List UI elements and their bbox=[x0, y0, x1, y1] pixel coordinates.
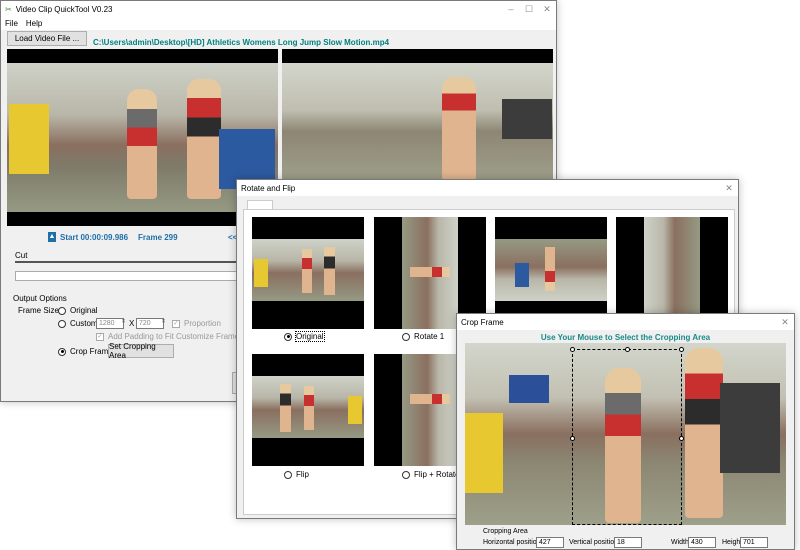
rotate-1-label: Rotate 1 bbox=[414, 332, 445, 341]
proportion-checkbox[interactable]: ✓ bbox=[172, 319, 180, 328]
padding-checkbox[interactable]: ✓ bbox=[96, 332, 104, 341]
crop-preview[interactable] bbox=[465, 343, 786, 525]
custom-width-input[interactable]: 1280 bbox=[96, 318, 124, 329]
crop-height-input[interactable]: 701 bbox=[740, 537, 768, 548]
frame-number: Frame 299 bbox=[138, 233, 178, 242]
crop-handle-top-left[interactable] bbox=[570, 347, 575, 352]
rotate-titlebar: Rotate and Flip ✕ bbox=[237, 180, 738, 196]
start-time: Start 00:00:09.986 bbox=[60, 233, 129, 242]
flip-rotate-1-radio[interactable] bbox=[402, 470, 410, 479]
rotate-window-title: Rotate and Flip bbox=[241, 183, 296, 193]
close-icon[interactable]: ✕ bbox=[538, 4, 556, 15]
cut-range-bar[interactable] bbox=[15, 271, 237, 281]
crop-handle-left[interactable] bbox=[570, 436, 575, 441]
custom-height-input[interactable]: 720 bbox=[136, 318, 164, 329]
app-icon: ✂ bbox=[5, 4, 12, 14]
height-stepper[interactable]: ⬍ bbox=[161, 318, 166, 325]
proportion-label: Proportion bbox=[184, 319, 221, 328]
menubar: File Help bbox=[1, 17, 556, 30]
crop-selection-rectangle[interactable] bbox=[570, 347, 684, 525]
thumb-original[interactable] bbox=[252, 217, 364, 329]
cut-label: Cut bbox=[15, 251, 28, 260]
rotate-1-radio[interactable] bbox=[402, 332, 410, 341]
crop-width-input[interactable]: 430 bbox=[688, 537, 716, 548]
load-video-button[interactable]: Load Video File ... bbox=[7, 31, 87, 46]
flip-radio[interactable] bbox=[284, 470, 292, 479]
main-titlebar: ✂ Video Clip QuickTool V0.23 – ☐ ✕ bbox=[1, 1, 556, 17]
crop-frame-label: Crop Frame bbox=[70, 347, 113, 356]
crop-handle-top-right[interactable] bbox=[679, 347, 684, 352]
crop-handle-right[interactable] bbox=[679, 436, 684, 441]
rotate-option-original[interactable]: Original bbox=[284, 331, 325, 342]
maximize-icon[interactable]: ☐ bbox=[520, 4, 538, 15]
crop-frame-radio[interactable] bbox=[58, 347, 66, 356]
menu-help[interactable]: Help bbox=[26, 19, 42, 28]
vertical-position-label: Vertical position bbox=[569, 539, 619, 546]
proportion-option[interactable]: ✓ Proportion bbox=[172, 319, 221, 328]
file-path: C:\Users\admin\Desktop\[HD] Athletics Wo… bbox=[93, 38, 390, 47]
thumb-flip[interactable] bbox=[252, 354, 364, 466]
output-options-title: Output Options bbox=[13, 294, 67, 303]
set-cropping-area-button[interactable]: Set Cropping Area bbox=[108, 342, 174, 360]
crop-frame-window: Crop Frame ✕ Use Your Mouse to Select th… bbox=[456, 313, 795, 550]
rotate-close-icon[interactable]: ✕ bbox=[720, 183, 738, 194]
padding-option[interactable]: ✓ Add Padding to Fit Customize Frame Siz… bbox=[96, 332, 257, 341]
cropping-area-label: Cropping Area bbox=[483, 528, 528, 535]
crop-instruction: Use Your Mouse to Select the Cropping Ar… bbox=[540, 333, 711, 342]
rotate-option-flip[interactable]: Flip bbox=[284, 470, 309, 479]
horizontal-position-label: Horizontal position bbox=[483, 539, 541, 546]
frame-size-label: Frame Size bbox=[18, 306, 59, 315]
original-radio[interactable] bbox=[58, 306, 66, 315]
rotate-option-rotate-1[interactable]: Rotate 1 bbox=[402, 332, 444, 341]
rotate-original-radio[interactable] bbox=[284, 332, 292, 341]
horizontal-position-input[interactable]: 427 bbox=[536, 537, 564, 548]
main-window-title: Video Clip QuickTool V0.23 bbox=[15, 4, 113, 14]
padding-label: Add Padding to Fit Customize Frame Size bbox=[108, 332, 257, 341]
up-arrow-icon[interactable]: ▲ bbox=[48, 232, 56, 242]
vertical-position-input[interactable]: 18 bbox=[614, 537, 642, 548]
original-option[interactable]: Original bbox=[58, 306, 98, 315]
custom-option[interactable]: Custom bbox=[58, 319, 98, 328]
crop-titlebar: Crop Frame ✕ bbox=[457, 314, 794, 330]
minimize-icon[interactable]: – bbox=[502, 4, 520, 14]
custom-radio[interactable] bbox=[58, 319, 66, 328]
cut-slider[interactable] bbox=[15, 261, 237, 263]
original-label: Original bbox=[70, 306, 98, 315]
crop-frame-option[interactable]: Crop Frame bbox=[58, 347, 113, 356]
x-label: X bbox=[129, 319, 135, 328]
custom-label: Custom bbox=[70, 319, 98, 328]
crop-width-label: Width bbox=[671, 539, 689, 546]
flip-label: Flip bbox=[296, 470, 309, 479]
video-preview-right[interactable] bbox=[282, 49, 553, 181]
menu-file[interactable]: File bbox=[5, 19, 18, 28]
crop-handle-top[interactable] bbox=[625, 347, 630, 352]
crop-window-title: Crop Frame bbox=[461, 317, 504, 327]
width-stepper[interactable]: ⬍ bbox=[121, 318, 126, 325]
crop-close-icon[interactable]: ✕ bbox=[776, 317, 794, 328]
rotate-original-label: Original bbox=[295, 331, 325, 342]
